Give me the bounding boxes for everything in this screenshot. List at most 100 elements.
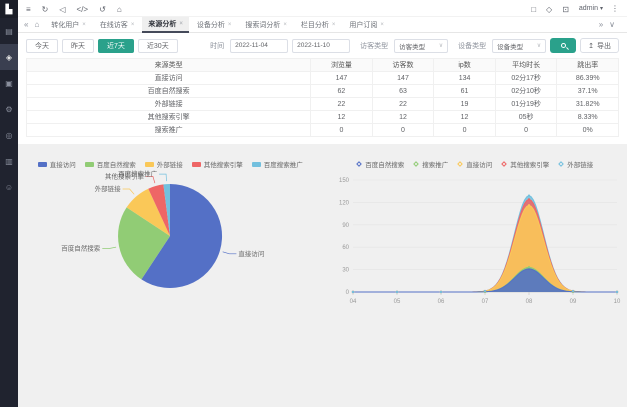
legend-item-pie-1[interactable]: 百度自然搜索 <box>85 159 136 169</box>
tab-device-analysis[interactable]: 设备分析× <box>191 17 238 33</box>
quick-filter-today[interactable]: 今天 <box>26 39 58 53</box>
close-icon[interactable]: × <box>380 22 384 28</box>
table-cell: 外部链接 <box>27 98 311 111</box>
sidebar-item-settings[interactable]: ⚙ <box>0 96 18 122</box>
gear-icon: ⚙ <box>5 105 12 114</box>
toolbar-right-icons: □ ◇ ⊡ <box>531 0 579 17</box>
export-label: 导出 <box>597 41 611 51</box>
area-series-4[interactable] <box>353 196 617 292</box>
y-tick-label: 0 <box>345 290 349 296</box>
y-tick-label: 150 <box>339 178 350 184</box>
sidebar-menu: ▤ ◈ ▣ ⚙ ◎▥ ☺ <box>0 18 18 200</box>
history-icon[interactable]: ↺ <box>99 5 106 14</box>
sidebar-item-analytics[interactable]: ◈ <box>0 44 18 70</box>
table-cell: 134 <box>434 72 496 85</box>
code-icon[interactable]: </> <box>77 5 89 14</box>
sidebar-item-reports[interactable]: ▥ <box>0 148 18 174</box>
tab-column-analysis[interactable]: 栏目分析× <box>295 17 342 33</box>
legend-item-area-1[interactable]: 搜索推广 <box>413 159 448 169</box>
date-to-input[interactable] <box>292 39 350 53</box>
date-from-input[interactable] <box>230 39 288 53</box>
close-icon[interactable]: × <box>131 22 135 28</box>
quick-filter-last7[interactable]: 近7天 <box>98 39 134 53</box>
data-point-marker <box>484 290 486 292</box>
table-cell: 31.82% <box>557 98 619 111</box>
user-menu[interactable]: admin ▾ <box>579 5 603 12</box>
close-icon[interactable]: × <box>283 22 287 28</box>
tab-label: 来源分析 <box>148 19 176 29</box>
legend-item-area-2[interactable]: 直接访问 <box>457 159 492 169</box>
visitor-type-select[interactable]: 访客类型 ∨ <box>394 39 448 53</box>
table-row: 外部链接22221901分19秒31.82% <box>27 98 619 111</box>
close-icon[interactable]: × <box>228 22 232 28</box>
megaphone-icon[interactable]: ◁ <box>59 5 65 14</box>
table-body: 直接访问14714713402分17秒86.39%百度自然搜索62636102分… <box>27 72 619 137</box>
tab-online-visitors[interactable]: 在线访客× <box>94 17 141 33</box>
tab-conversion-users[interactable]: 转化用户× <box>45 17 92 33</box>
refresh-icon[interactable]: ↻ <box>42 5 49 14</box>
tab-source-analysis[interactable]: 来源分析× <box>142 17 189 33</box>
kebab-menu-icon[interactable]: ⋮ <box>611 4 619 13</box>
tag-icon[interactable]: ◇ <box>546 5 552 14</box>
legend-item-area-4[interactable]: 外部链接 <box>558 159 593 169</box>
column-header: 来源类型 <box>27 59 311 72</box>
home-icon[interactable]: ⌂ <box>117 5 122 14</box>
column-header: 跳出率 <box>557 59 619 72</box>
area-chart[interactable]: 030609012015004050607080910 <box>325 170 625 312</box>
area-series-1[interactable] <box>353 267 617 292</box>
gallery-icon: ▣ <box>5 79 13 88</box>
pie-label: 直接访问 <box>239 249 265 258</box>
data-point-marker <box>572 290 574 292</box>
close-icon[interactable]: × <box>332 22 336 28</box>
legend-swatch-icon <box>85 162 94 167</box>
home-tab-icon[interactable]: ⌂ <box>34 20 39 29</box>
legend-swatch-icon <box>38 162 47 167</box>
dashboard-icon: ▤ <box>5 27 13 36</box>
table-cell: 百度自然搜索 <box>27 85 311 98</box>
close-icon[interactable]: × <box>179 21 183 27</box>
sidebar-item-gallery[interactable]: ▣ <box>0 70 18 96</box>
y-tick-label: 30 <box>342 268 349 274</box>
quick-filter-yesterday[interactable]: 昨天 <box>62 39 94 53</box>
tab-label: 在线访客 <box>100 20 128 30</box>
user-icon: ☺ <box>5 183 13 192</box>
chat-icon[interactable]: □ <box>531 5 536 14</box>
tab-search-terms[interactable]: 搜索词分析× <box>239 17 293 33</box>
tabs-scroll-right[interactable]: » <box>599 20 603 29</box>
app-logo[interactable]: ▙ <box>0 0 18 18</box>
legend-item-pie-4[interactable]: 百度搜索推广 <box>252 159 303 169</box>
sidebar-item-users[interactable]: ☺ <box>0 174 18 200</box>
tab-label: 设备分析 <box>197 20 225 30</box>
area-series-3[interactable] <box>353 199 617 292</box>
tabs-dropdown-icon[interactable]: ∨ <box>609 20 615 29</box>
search-button[interactable] <box>550 38 576 53</box>
legend-item-area-0[interactable]: 百度自然搜索 <box>356 159 404 169</box>
export-button[interactable]: ↥ 导出 <box>580 38 619 53</box>
close-icon[interactable]: × <box>82 22 86 28</box>
charts-row: 直接访问百度自然搜索外部链接其他搜索引擎百度搜索推广 直接访问百度自然搜索外部链… <box>18 158 627 312</box>
table-row: 直接访问14714713402分17秒86.39% <box>27 72 619 85</box>
tab-user-subscription[interactable]: 用户订阅× <box>343 17 390 33</box>
username: admin <box>579 5 598 12</box>
fullscreen-icon[interactable]: ⊡ <box>562 5 569 14</box>
pie-chart[interactable]: 直接访问百度自然搜索外部链接其他搜索引擎百度搜索推广 <box>20 170 320 312</box>
table-row: 百度自然搜索62636102分10秒37.1% <box>27 85 619 98</box>
area-series-2[interactable] <box>353 205 617 292</box>
area-series-0[interactable] <box>353 269 617 292</box>
legend-item-pie-0[interactable]: 直接访问 <box>38 159 76 169</box>
device-type-select[interactable]: 设备类型 ∨ <box>492 39 546 53</box>
pie-label: 百度搜索推广 <box>118 170 158 178</box>
table-cell: 8.33% <box>557 111 619 124</box>
pie-label-line <box>223 252 237 254</box>
legend-item-pie-2[interactable]: 外部链接 <box>145 159 183 169</box>
quick-filters: 今天昨天近7天近30天 <box>26 39 178 53</box>
sidebar-item-monitor[interactable]: ◎ <box>0 122 18 148</box>
legend-item-pie-3[interactable]: 其他搜索引擎 <box>192 159 243 169</box>
sidebar-item-dashboard[interactable]: ▤ <box>0 18 18 44</box>
menu-icon[interactable]: ≡ <box>26 5 31 14</box>
tabs-scroll-left[interactable]: « <box>24 20 28 29</box>
legend-item-area-3[interactable]: 其他搜索引擎 <box>501 159 549 169</box>
quick-filter-last30[interactable]: 近30天 <box>138 39 178 53</box>
legend-swatch-icon <box>192 162 201 167</box>
pie-legend: 直接访问百度自然搜索外部链接其他搜索引擎百度搜索推广 <box>38 158 303 170</box>
